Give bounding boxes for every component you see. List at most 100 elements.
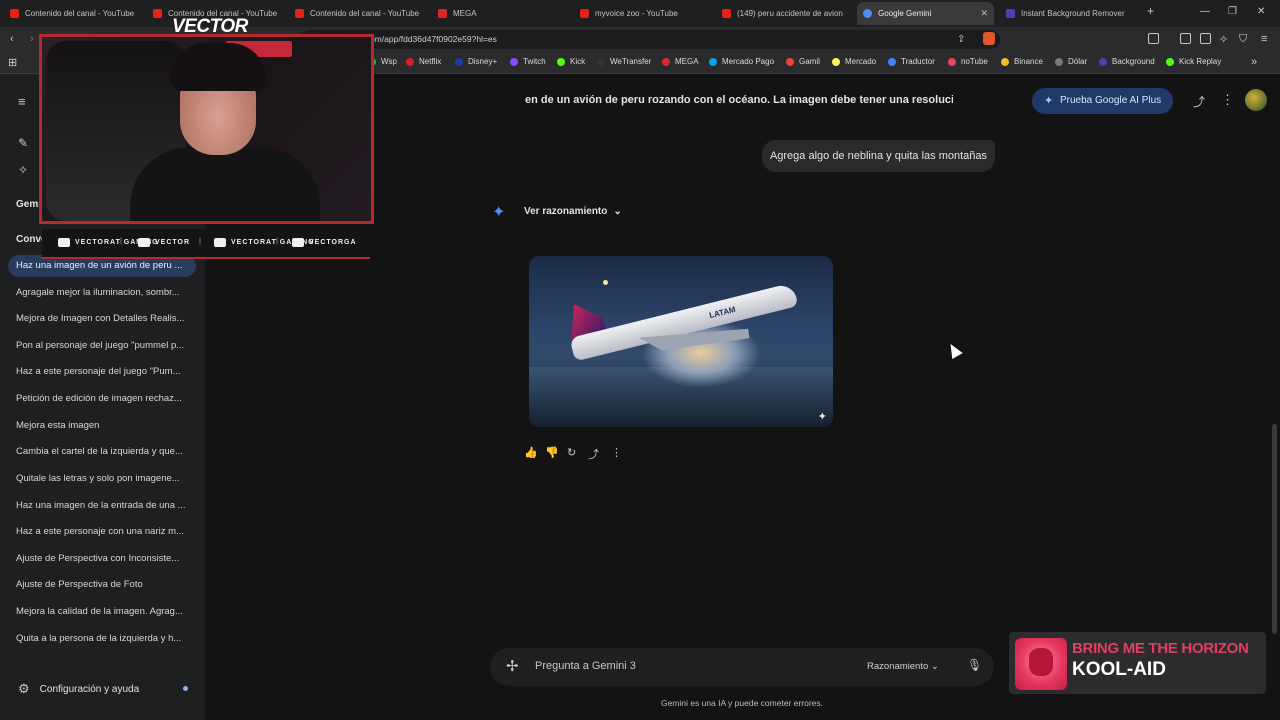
prompt-input-bar[interactable]: ✢ Pregunta a Gemini 3 Razonamiento ⌄ 🎙 [490, 648, 994, 686]
leo-ai-icon[interactable]: ✧ [1219, 33, 1228, 46]
restore-icon[interactable]: ❐ [1228, 6, 1237, 17]
browser-tab[interactable]: (149) peru accidente de avion [716, 2, 854, 25]
more-bookmarks-icon[interactable]: » [1251, 56, 1257, 68]
bookmark-wetransfer[interactable]: WeTransfer [597, 57, 651, 66]
url-field[interactable]: om/app/fdd36d47f0902e59?hl=es [300, 30, 1000, 49]
bookmark-label: Netflix [419, 57, 442, 66]
mode-selector[interactable]: Razonamiento ⌄ [867, 661, 939, 672]
bookmark-mega[interactable]: MEGA [662, 57, 699, 66]
conversation-item[interactable]: Ajuste de Perspectiva de Foto [8, 574, 196, 596]
share-icon[interactable]: ⤴ [1193, 93, 1205, 110]
tab-search-icon[interactable] [1148, 33, 1159, 44]
bookmark-dolar[interactable]: Dólar [1055, 57, 1087, 66]
bookmark-disney[interactable]: Disney+ [455, 57, 497, 66]
youtube-icon [580, 9, 589, 18]
conversation-item[interactable]: Ajuste de Perspectiva con Inconsiste... [8, 548, 196, 570]
menu-icon[interactable]: ≡ [1261, 33, 1267, 45]
conversation-item[interactable]: Quitale las letras y solo pon imagene... [8, 468, 196, 490]
bookmark-kick-replay[interactable]: Kick Replay [1166, 57, 1221, 66]
bookmark-mercado[interactable]: Mercado [832, 57, 876, 66]
screen: Contenido del canal - YouTube Contenido … [0, 0, 1280, 720]
conversation-item[interactable]: Haz a este personaje con una nariz m... [8, 521, 196, 543]
bookmark-kick[interactable]: Kick [557, 57, 585, 66]
browser-tab[interactable]: Instant Background Remover [1000, 2, 1140, 25]
gemini-sparkle-icon: ✦ [492, 204, 506, 221]
pro-button-label: Prueba Google AI Plus [1060, 95, 1162, 106]
bookmark-twitch[interactable]: Twitch [510, 57, 546, 66]
hamburger-menu-icon[interactable]: ≡ [18, 94, 26, 109]
bookmark-gamil[interactable]: Gamil [786, 57, 820, 66]
mercado-libre-icon [832, 57, 840, 66]
conversation-item[interactable]: Quita a la persona de la izquierda y h..… [8, 628, 196, 650]
regenerate-icon[interactable]: ↻ [567, 446, 576, 459]
thumbs-up-icon[interactable]: 👍 [524, 446, 538, 459]
bookmark-traductor[interactable]: Traductor [888, 57, 935, 66]
browser-tab[interactable]: Contenido del canal - YouTube [289, 2, 427, 25]
translate-icon [888, 57, 896, 66]
separator: | [199, 238, 201, 245]
prompt-input-placeholder[interactable]: Pregunta a Gemini 3 [535, 660, 636, 672]
conversation-item[interactable]: Agragale mejor la iluminacion, sombr... [8, 282, 196, 304]
bookmark-netflix[interactable]: Netflix [406, 57, 441, 66]
close-tab-icon[interactable]: ✕ [980, 8, 988, 19]
bookmark-background[interactable]: Background [1099, 57, 1155, 66]
chat-bubble-icon [138, 238, 150, 247]
share-response-icon[interactable]: ⤴ [588, 446, 599, 462]
close-window-icon[interactable]: ✕ [1257, 6, 1265, 17]
generated-image[interactable]: LATAM ✦ [529, 256, 833, 427]
gem-icon[interactable]: ✧ [18, 163, 28, 177]
kick-icon [557, 57, 565, 66]
back-icon[interactable]: ‹ [10, 33, 14, 45]
conversation-item[interactable]: Mejora esta imagen [8, 415, 196, 437]
browser-tab[interactable]: Contenido del canal - YouTube [4, 2, 144, 25]
tab-title: Contenido del canal - YouTube [310, 9, 420, 18]
apps-grid-icon[interactable]: ⊞ [8, 56, 17, 69]
album-art-figure [1029, 648, 1053, 676]
youtube-icon [722, 9, 731, 18]
share-page-icon[interactable]: ⇪ [957, 34, 965, 45]
bookmark-notube[interactable]: noTube [948, 57, 988, 66]
conversation-item[interactable]: Haz a este personaje del juego "Pum... [8, 361, 196, 383]
forward-icon[interactable]: › [30, 33, 34, 45]
conversation-item[interactable]: Mejora de Imagen con Detalles Realis... [8, 308, 196, 330]
browser-tab[interactable]: myvoice zoo - YouTube [574, 2, 714, 25]
conversation-item[interactable]: Haz una imagen de la entrada de una ... [8, 495, 196, 517]
tab-title: Google Gemini [878, 9, 932, 18]
thumbs-down-icon[interactable]: 👎 [545, 446, 559, 459]
conversation-item[interactable]: Petición de edición de imagen rechaz... [8, 388, 196, 410]
try-ai-plus-button[interactable]: ✦ Prueba Google AI Plus [1032, 88, 1173, 114]
album-art [1015, 638, 1067, 690]
more-options-icon[interactable]: ⋮ [1221, 92, 1234, 108]
social-label: VECTORGA [309, 239, 357, 246]
bookmark-binance[interactable]: Binance [1001, 57, 1043, 66]
bookmark-label: Disney+ [468, 57, 498, 66]
minimize-icon[interactable]: — [1200, 6, 1210, 17]
conversation-item[interactable]: Mejora la calidad de la imagen. Agrag... [8, 601, 196, 623]
youtube-icon [153, 9, 162, 18]
moon [603, 280, 608, 285]
settings-and-help[interactable]: ⚙ Configuración y ayuda [18, 681, 139, 697]
vpn-icon[interactable]: ⛉ [1239, 33, 1247, 46]
user-message-bubble: Agrega algo de neblina y quita las monta… [762, 140, 995, 172]
new-tab-button[interactable]: + [1147, 4, 1154, 18]
bookmark-label: Binance [1014, 57, 1043, 66]
avatar[interactable] [1245, 89, 1267, 111]
wallet-icon[interactable] [1200, 33, 1211, 44]
bookmark-label: Mercado [845, 57, 877, 66]
microphone-icon[interactable]: 🎙 [967, 658, 982, 672]
bookmark-mercado-pago[interactable]: Mercado Pago [709, 57, 774, 66]
new-chat-icon[interactable]: ✎ [18, 136, 28, 150]
conversation-item[interactable]: Cambia el cartel de la izquierda y que..… [8, 441, 196, 463]
browser-tab[interactable]: MEGA [432, 2, 572, 25]
settings-label: Configuración y ayuda [39, 683, 140, 695]
sidebar-toggle-icon[interactable] [1180, 33, 1191, 44]
show-reasoning-toggle[interactable]: Ver razonamiento ⌄ [524, 206, 622, 217]
conversation-item[interactable]: Pon al personaje del juego "pummel p... [8, 335, 196, 357]
browser-tab-active[interactable]: Google Gemini ✕ [857, 2, 994, 25]
reasoning-label: Ver razonamiento [524, 206, 608, 217]
add-tools-icon[interactable]: ✢ [506, 657, 519, 675]
more-actions-icon[interactable]: ⋮ [611, 446, 622, 459]
scrollbar[interactable] [1272, 424, 1277, 634]
song-title: KOOL-AID [1072, 659, 1166, 680]
brave-shield-icon[interactable] [983, 32, 995, 45]
